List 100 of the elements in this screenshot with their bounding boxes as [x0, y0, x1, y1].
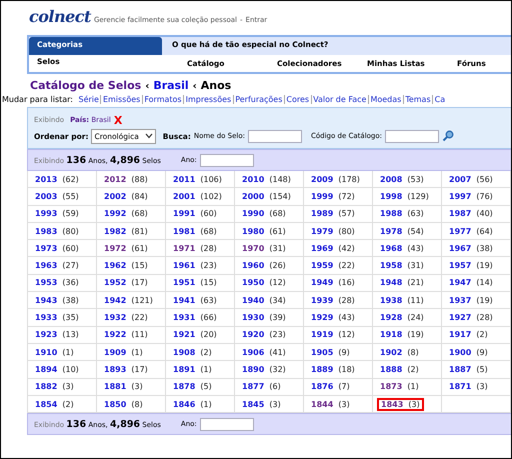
year-link[interactable]: 1969 (42)	[308, 242, 358, 254]
year-link[interactable]: 2009 (178)	[308, 174, 363, 185]
list-type-link[interactable]: Moedas	[368, 95, 403, 104]
year-link[interactable]: 1887 (5)	[446, 364, 491, 375]
year-link[interactable]: 1937 (19)	[446, 294, 496, 306]
year-link[interactable]: 1980 (61)	[239, 226, 289, 237]
year-link[interactable]: 1932 (22)	[101, 312, 151, 324]
year-link[interactable]: 1952 (17)	[101, 277, 151, 288]
year-link[interactable]: 1942 (121)	[101, 294, 156, 306]
year-link[interactable]: 1917 (2)	[446, 329, 491, 340]
year-link[interactable]: 1854 (2)	[32, 398, 77, 410]
year-link[interactable]: 1990 (68)	[239, 208, 289, 220]
year-link[interactable]: 1890 (32)	[239, 364, 289, 375]
year-link[interactable]: 1962 (15)	[101, 260, 151, 272]
year-link[interactable]: 1938 (11)	[377, 294, 427, 306]
year-link[interactable]: 1940 (34)	[239, 294, 289, 306]
year-link[interactable]: 1900 (9)	[446, 346, 491, 358]
year-link[interactable]: 1947 (14)	[446, 277, 496, 288]
remove-filter-button[interactable]: X	[114, 114, 122, 126]
year-link[interactable]: 1909 (1)	[101, 346, 146, 358]
year-link[interactable]: 1989 (57)	[308, 208, 358, 220]
year-link[interactable]: 1958 (31)	[377, 260, 427, 272]
year-link[interactable]: 1987 (40)	[446, 208, 496, 220]
year-link[interactable]: 1929 (43)	[308, 312, 358, 324]
year-link[interactable]: 1927 (28)	[446, 312, 496, 324]
year-link[interactable]: 1920 (23)	[239, 329, 289, 340]
breadcrumb-link[interactable]: Catálogo de Selos	[30, 79, 142, 92]
year-link[interactable]: 1961 (23)	[170, 260, 220, 272]
year-link[interactable]: 1992 (68)	[101, 208, 151, 220]
year-link[interactable]: 1906 (41)	[239, 346, 289, 358]
search-icon[interactable]	[442, 130, 454, 142]
year-link[interactable]: 1850 (8)	[101, 398, 146, 410]
year-link[interactable]: 1846 (1)	[170, 398, 215, 410]
year-link[interactable]: 1845 (3)	[239, 398, 284, 410]
year-link[interactable]: 2010 (148)	[239, 174, 294, 185]
year-link[interactable]: 1972 (61)	[101, 242, 151, 254]
name-input[interactable]	[248, 130, 302, 142]
year-link[interactable]: 1979 (80)	[308, 226, 358, 237]
year-link[interactable]: 1981 (68)	[170, 226, 220, 237]
year-link[interactable]: 1960 (26)	[239, 260, 289, 272]
year-link[interactable]: 2000 (154)	[239, 190, 294, 202]
list-type-link[interactable]: Cores	[284, 95, 311, 104]
year-link[interactable]: 1999 (72)	[308, 190, 358, 202]
list-type-link[interactable]: Formatos	[142, 95, 184, 104]
list-type-link[interactable]: Valor de Face	[310, 95, 368, 104]
year-link[interactable]: 1923 (13)	[32, 329, 82, 340]
year-link[interactable]: 2001 (102)	[170, 190, 225, 202]
year-link[interactable]: 1889 (18)	[308, 364, 358, 375]
year-link[interactable]: 1871 (3)	[446, 381, 491, 392]
year-link[interactable]: 1983 (80)	[32, 226, 82, 237]
year-link[interactable]: 1941 (63)	[170, 294, 220, 306]
year-link[interactable]: 1873 (1)	[377, 381, 422, 392]
year-link[interactable]: 1894 (10)	[32, 364, 82, 375]
year-link[interactable]: 1876 (7)	[308, 381, 353, 392]
year-link[interactable]: 1950 (12)	[239, 277, 289, 288]
year-link[interactable]: 1939 (28)	[308, 294, 358, 306]
year-link[interactable]: 1997 (76)	[446, 190, 496, 202]
year-link[interactable]: 1882 (3)	[32, 381, 77, 392]
year-link[interactable]: 1967 (38)	[446, 242, 496, 254]
year-link[interactable]: 1957 (19)	[446, 260, 496, 272]
year-link[interactable]: 1878 (5)	[170, 381, 215, 392]
year-link[interactable]: 1949 (16)	[308, 277, 358, 288]
year-link[interactable]: 1963 (27)	[32, 260, 82, 272]
year-link[interactable]: 1998 (129)	[377, 190, 432, 202]
year-link[interactable]: 1933 (35)	[32, 312, 82, 324]
year-link[interactable]: 1948 (21)	[377, 277, 427, 288]
year-link[interactable]: 2011 (106)	[170, 174, 225, 185]
list-type-link[interactable]: Série	[77, 95, 100, 104]
year-link[interactable]: 1877 (6)	[239, 381, 284, 392]
year-link[interactable]: 1891 (1)	[170, 364, 215, 375]
year-link[interactable]: 1943 (38)	[32, 294, 82, 306]
code-input[interactable]	[385, 130, 440, 142]
year-link[interactable]: 2007 (56)	[446, 174, 496, 185]
year-link[interactable]: 1905 (9)	[308, 346, 353, 358]
year-link[interactable]: 1959 (22)	[308, 260, 358, 272]
year-link[interactable]: 1844 (3)	[308, 398, 353, 410]
year-link[interactable]: 1993 (59)	[32, 208, 82, 220]
breadcrumb-link[interactable]: Brasil	[153, 79, 189, 92]
year-link[interactable]: 1881 (3)	[101, 381, 146, 392]
list-type-link[interactable]: Impressões	[183, 95, 233, 104]
year-link[interactable]: 2003 (55)	[32, 190, 82, 202]
list-type-link[interactable]: Perfurações	[232, 95, 284, 104]
year-link[interactable]: 1991 (60)	[170, 208, 220, 220]
year-link[interactable]: 1970 (31)	[239, 242, 289, 254]
list-type-link[interactable]: Ca	[432, 95, 447, 104]
year-link[interactable]: 1918 (19)	[377, 329, 427, 340]
list-type-link[interactable]: Emissões	[100, 95, 142, 104]
year-input[interactable]	[200, 154, 254, 166]
year-link[interactable]: 2002 (84)	[101, 190, 151, 202]
year-link[interactable]: 1930 (39)	[239, 312, 289, 324]
year-link[interactable]: 1919 (12)	[308, 329, 358, 340]
year-link[interactable]: 2008 (53)	[377, 174, 427, 185]
highlighted-year-link[interactable]: 1843 (3)	[377, 398, 424, 410]
logo[interactable]: colnect	[29, 7, 91, 26]
year-link[interactable]: 1951 (15)	[170, 277, 220, 288]
year-link[interactable]: 1888 (2)	[377, 364, 422, 375]
year-link[interactable]: 2012 (88)	[101, 174, 151, 185]
year-link[interactable]: 1973 (60)	[32, 242, 82, 254]
year-link[interactable]: 1982 (81)	[101, 226, 151, 237]
year-link[interactable]: 1953 (36)	[32, 277, 82, 288]
